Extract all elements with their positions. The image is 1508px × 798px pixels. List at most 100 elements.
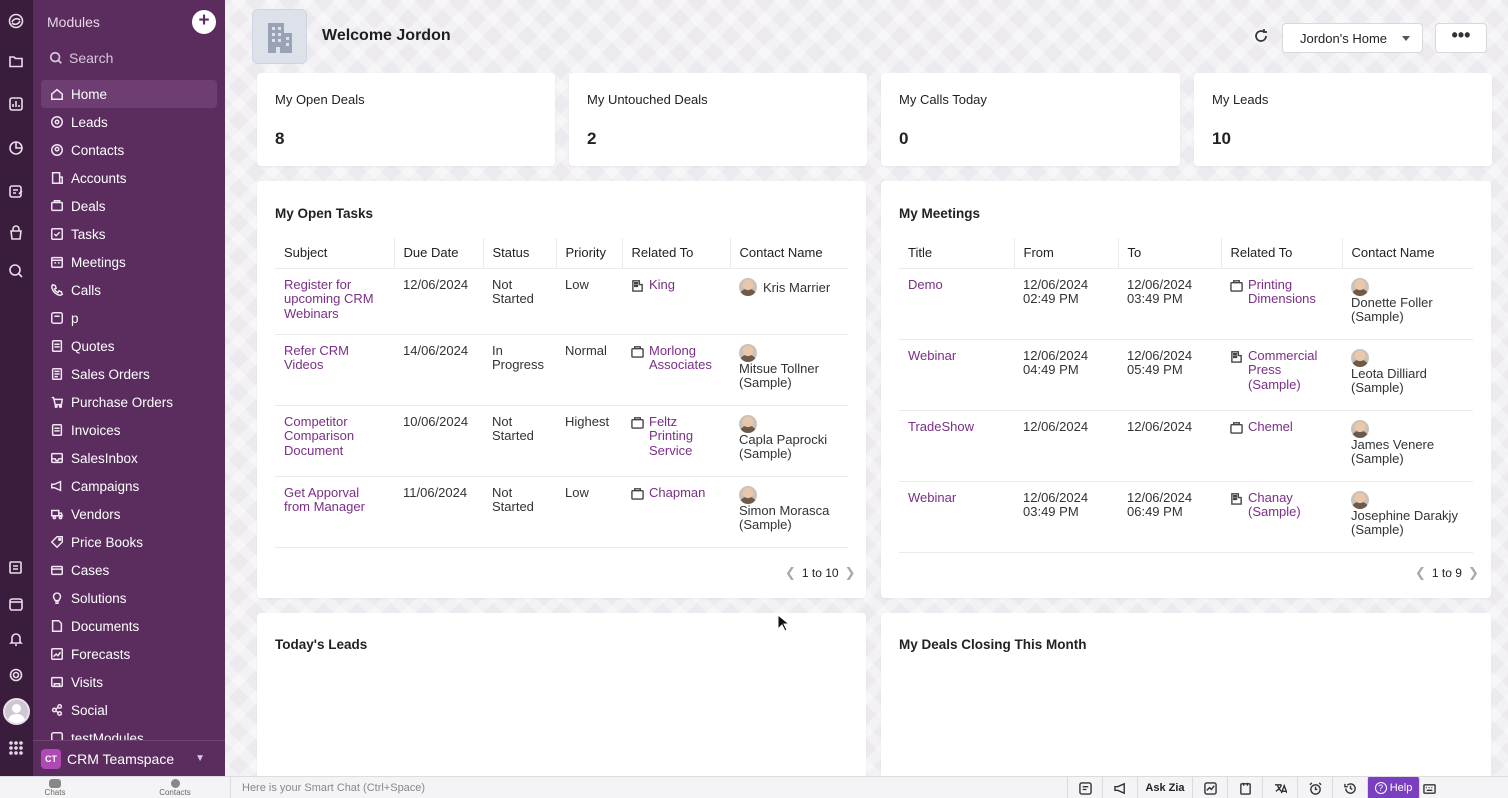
kpi-open-deals[interactable]: My Open Deals 8: [257, 73, 555, 166]
related-to-link[interactable]: Morlong Associates: [631, 343, 721, 373]
contact-name-link[interactable]: Kris Marrier: [763, 280, 830, 295]
chevron-right-icon[interactable]: ❯: [845, 565, 856, 581]
chats-tab[interactable]: Chats: [35, 779, 75, 797]
contact-name-link[interactable]: Simon Morasca (Sample): [739, 503, 829, 533]
contact-name-link[interactable]: Josephine Darakjy (Sample): [1351, 508, 1458, 538]
sidebar-item-accounts[interactable]: Accounts: [41, 164, 217, 192]
column-header[interactable]: Contact Name: [1342, 238, 1473, 269]
feeds-button[interactable]: [1067, 777, 1102, 798]
sidebar-item-home[interactable]: Home: [41, 80, 217, 108]
gear-icon[interactable]: [6, 665, 26, 685]
column-header[interactable]: From: [1014, 238, 1119, 269]
user-avatar[interactable]: [3, 698, 30, 725]
related-to-link[interactable]: Commercial Press (Sample): [1230, 348, 1333, 393]
column-header[interactable]: Related To: [1221, 238, 1343, 269]
chevron-left-icon[interactable]: ❮: [1415, 565, 1426, 581]
sidebar-item-contacts[interactable]: Contacts: [41, 136, 217, 164]
folder-icon[interactable]: [6, 51, 26, 71]
reports-icon[interactable]: [6, 138, 26, 158]
more-options-button[interactable]: •••: [1435, 23, 1487, 53]
sidebar-item-campaigns[interactable]: Campaigns: [41, 472, 217, 500]
related-to-link[interactable]: Chemel: [1230, 419, 1293, 435]
sidebar-item-visits[interactable]: Visits: [41, 668, 217, 696]
help-button[interactable]: ? Help: [1367, 777, 1419, 798]
sidebar-item-solutions[interactable]: Solutions: [41, 584, 217, 612]
sidebar-item-purchase-orders[interactable]: Purchase Orders: [41, 388, 217, 416]
crm-logo-icon[interactable]: [6, 11, 26, 31]
task-subject-link[interactable]: Refer CRM Videos: [275, 334, 394, 406]
announcements-button[interactable]: [1102, 777, 1137, 798]
ask-zia-button[interactable]: Ask Zia: [1137, 777, 1192, 798]
analytics-icon[interactable]: [6, 94, 26, 114]
zia-translate-button[interactable]: [1262, 777, 1297, 798]
keyboard-shortcuts-button[interactable]: [1419, 777, 1439, 798]
column-header[interactable]: Priority: [556, 238, 623, 269]
sidebar-item-price-books[interactable]: Price Books: [41, 528, 217, 556]
chevron-left-icon[interactable]: ❮: [785, 565, 796, 581]
sidebar-item-sales-orders[interactable]: Sales Orders: [41, 360, 217, 388]
notes-button[interactable]: [1227, 777, 1262, 798]
smart-chat-input[interactable]: Here is your Smart Chat (Ctrl+Space): [242, 782, 425, 794]
sidebar-item-calls[interactable]: Calls: [41, 276, 217, 304]
sidebar-item-vendors[interactable]: Vendors: [41, 500, 217, 528]
notes-icon[interactable]: [6, 557, 26, 577]
teamspace-switcher[interactable]: CT CRM Teamspace ▼: [33, 740, 225, 776]
sidebar-item-deals[interactable]: Deals: [41, 192, 217, 220]
column-header[interactable]: Related To: [622, 238, 731, 269]
refresh-button[interactable]: [1253, 28, 1271, 46]
meeting-title-link[interactable]: Demo: [899, 268, 1014, 340]
kpi-calls-today[interactable]: My Calls Today 0: [881, 73, 1180, 166]
meeting-title-link[interactable]: TradeShow: [899, 410, 1014, 482]
add-module-button[interactable]: +: [192, 10, 216, 34]
contact-name-link[interactable]: James Venere (Sample): [1351, 437, 1434, 467]
contact-name-link[interactable]: Leota Dilliard (Sample): [1351, 366, 1427, 396]
recent-items-button[interactable]: [1332, 777, 1367, 798]
kpi-untouched-deals[interactable]: My Untouched Deals 2: [569, 73, 867, 166]
sidebar-item-documents[interactable]: Documents: [41, 612, 217, 640]
column-header[interactable]: Status: [483, 238, 557, 269]
sidebar-item-cases[interactable]: Cases: [41, 556, 217, 584]
column-header[interactable]: Subject: [275, 238, 395, 269]
sidebar-item-p[interactable]: p: [41, 304, 217, 332]
meeting-title-link[interactable]: Webinar: [899, 481, 1014, 553]
sidebar-item-tasks[interactable]: Tasks: [41, 220, 217, 248]
bell-icon[interactable]: [6, 629, 26, 649]
task-subject-link[interactable]: Competitor Comparison Document: [275, 405, 394, 477]
column-header[interactable]: Due Date: [394, 238, 484, 269]
column-header[interactable]: Title: [899, 238, 1015, 269]
sidebar-item-meetings[interactable]: Meetings: [41, 248, 217, 276]
task-subject-link[interactable]: Get Apporval from Manager: [275, 476, 394, 548]
sidebar-item-invoices[interactable]: Invoices: [41, 416, 217, 444]
meetings-table: Title From To Related To Contact Name De…: [899, 238, 1473, 553]
calendar-icon[interactable]: [6, 594, 26, 614]
module-search[interactable]: Search: [49, 50, 113, 66]
contacts-tab[interactable]: Contacts: [155, 779, 195, 797]
related-to-link[interactable]: King: [631, 277, 675, 293]
apps-grid-icon[interactable]: [6, 738, 26, 758]
related-to-link[interactable]: Feltz Printing Service: [631, 414, 721, 459]
column-header[interactable]: Contact Name: [730, 238, 848, 269]
task-subject-link[interactable]: Register for upcoming CRM Webinars: [275, 268, 394, 335]
signals-button[interactable]: [1192, 777, 1227, 798]
meeting-title-link[interactable]: Webinar: [899, 339, 1014, 411]
contact-name-link[interactable]: Mitsue Tollner (Sample): [739, 361, 819, 391]
chevron-right-icon[interactable]: ❯: [1468, 565, 1479, 581]
related-to-link[interactable]: Chapman: [631, 485, 705, 501]
related-to-link[interactable]: Printing Dimensions: [1230, 277, 1333, 307]
column-header[interactable]: To: [1118, 238, 1222, 269]
sidebar-item-quotes[interactable]: Quotes: [41, 332, 217, 360]
sidebar-item-social[interactable]: Social: [41, 696, 217, 724]
home-view-select[interactable]: Jordon's Home: [1282, 23, 1423, 53]
search-records-icon[interactable]: [6, 261, 26, 281]
activities-icon[interactable]: [6, 181, 26, 201]
contact-name-link[interactable]: Donette Foller (Sample): [1351, 295, 1433, 325]
reminders-button[interactable]: [1297, 777, 1332, 798]
sidebar-item-leads[interactable]: Leads: [41, 108, 217, 136]
contact-name-link[interactable]: Capla Paprocki (Sample): [739, 432, 827, 462]
marketplace-icon[interactable]: [6, 223, 26, 243]
sidebar-item-salesinbox[interactable]: SalesInbox: [41, 444, 217, 472]
related-to-link[interactable]: Chanay (Sample): [1230, 490, 1333, 520]
sidebar-item-forecasts[interactable]: Forecasts: [41, 640, 217, 668]
kpi-leads[interactable]: My Leads 10: [1194, 73, 1492, 166]
icon-rail: [0, 0, 33, 776]
